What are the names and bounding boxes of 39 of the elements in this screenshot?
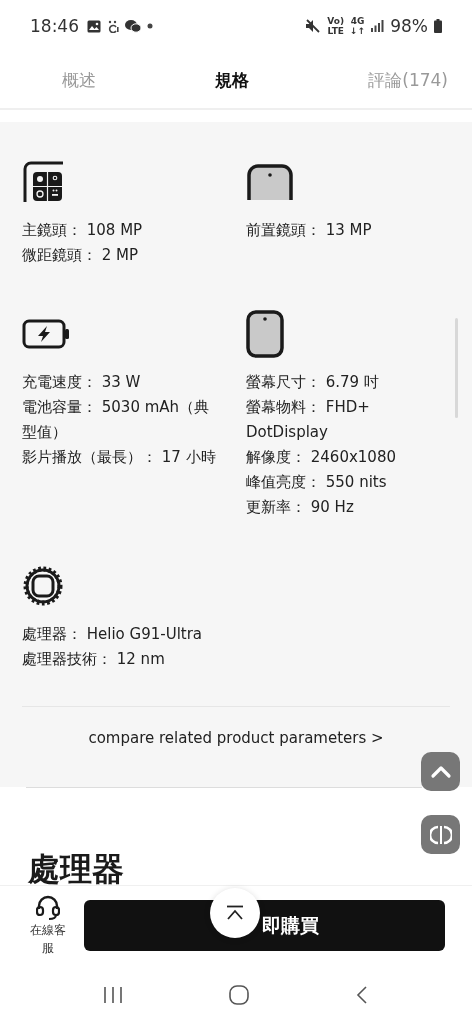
back-to-top-button[interactable] bbox=[210, 888, 260, 938]
spec-text: 充電速度： 33 W bbox=[22, 372, 142, 393]
spec-text: 峰值亮度： 550 nits bbox=[246, 472, 388, 493]
spec-text: 主鏡頭： 108 MP bbox=[22, 220, 144, 241]
scroll-top-button[interactable] bbox=[421, 752, 460, 791]
tab[interactable]: 規格 bbox=[215, 68, 250, 92]
home-icon[interactable] bbox=[228, 983, 250, 1006]
battery-percent: 98% bbox=[390, 16, 428, 36]
battery-icon bbox=[434, 19, 442, 33]
spec-text: 螢幕尺寸： 6.79 吋 bbox=[246, 372, 380, 393]
section-heading: 處理器 bbox=[28, 849, 125, 890]
spec-text: 影片播放（最長）： 17 小時 bbox=[22, 447, 217, 468]
compare-icon bbox=[429, 823, 452, 846]
back-to-top-icon bbox=[225, 905, 245, 921]
back-icon[interactable] bbox=[354, 984, 370, 1005]
volte-indicator: Vo) LTE bbox=[327, 16, 345, 36]
status-time: 18:46 bbox=[30, 16, 79, 36]
compare-link[interactable]: compare related product parameters > bbox=[88, 729, 384, 747]
service-label[interactable]: 在線客服 bbox=[28, 920, 68, 957]
spec-text: 微距鏡頭： 2 MP bbox=[22, 245, 140, 266]
headset-icon[interactable] bbox=[36, 894, 60, 921]
chat-icon bbox=[125, 19, 141, 33]
dot-icon bbox=[147, 23, 153, 29]
spec-text: 前置鏡頭： 13 MP bbox=[246, 220, 373, 241]
data-indicator: 4G ↓↑ bbox=[350, 16, 366, 36]
recents-icon[interactable] bbox=[102, 984, 124, 1005]
buy-button[interactable]: 即購買 bbox=[84, 900, 445, 951]
spec-text: 處理器技術： 12 nm bbox=[22, 649, 166, 670]
signal-icon bbox=[371, 20, 385, 32]
spec-text: 螢幕物料： FHD+ DotDisplay bbox=[246, 397, 371, 443]
mute-icon bbox=[305, 19, 322, 33]
chevron-up-icon bbox=[429, 764, 452, 779]
spec-text: 電池容量： 5030 mAh（典型值） bbox=[22, 397, 211, 443]
compare-button[interactable] bbox=[421, 815, 460, 854]
spec-text: 處理器： Helio G91-Ultra bbox=[22, 624, 204, 645]
spec-text: 解像度： 2460x1080 bbox=[246, 447, 397, 468]
spec-text: 更新率： 90 Hz bbox=[246, 497, 355, 518]
gallery-icon bbox=[87, 19, 101, 33]
phone-icon bbox=[246, 310, 284, 358]
